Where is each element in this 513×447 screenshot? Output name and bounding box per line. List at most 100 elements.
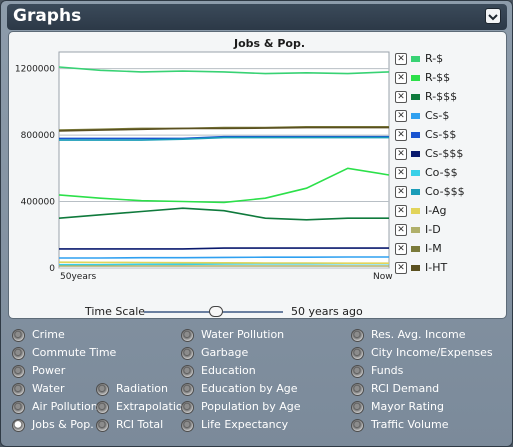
legend-label: R-$$$ <box>425 90 458 103</box>
radio-button[interactable] <box>12 365 25 378</box>
radio-button[interactable] <box>12 347 25 360</box>
x-axis-start-label: 50years <box>60 272 97 282</box>
graph-option-label: Radiation <box>116 382 168 395</box>
legend-item[interactable]: ✕ R-$$ <box>395 70 505 86</box>
graph-option-label: RCI Demand <box>371 382 440 395</box>
legend-label: I-Ag <box>425 204 447 217</box>
legend-swatch <box>411 227 420 233</box>
legend-item[interactable]: ✕ Cs-$ <box>395 108 505 124</box>
graph-area: Jobs & Pop. 0 400000 800000 1200000 50years… <box>8 31 507 319</box>
radio-button[interactable] <box>351 401 364 414</box>
graph-option-label: City Income/Expenses <box>371 346 493 359</box>
graph-option-label: Jobs & Pop. <box>32 418 94 431</box>
legend-item[interactable]: ✕ Cs-$$$ <box>395 146 505 162</box>
graph-option-label: Air Pollution <box>32 400 98 413</box>
radio-button[interactable] <box>351 365 364 378</box>
radio-button[interactable] <box>181 329 194 342</box>
radio-button[interactable] <box>351 347 364 360</box>
graph-type-options: Crime Commute Time Power Water Air Pollution… <box>8 322 507 441</box>
graph-option-label: Funds <box>371 364 404 377</box>
radio-button[interactable] <box>12 383 25 396</box>
legend-swatch <box>411 208 420 214</box>
y-tick-label: 0 <box>49 264 55 274</box>
graph-option-label: Population by Age <box>201 400 301 413</box>
radio-button[interactable] <box>96 401 109 414</box>
legend-toggle-checkbox[interactable]: ✕ <box>395 72 407 84</box>
legend-swatch <box>411 170 420 176</box>
legend-swatch <box>411 132 420 138</box>
legend-label: Co-$$$ <box>425 185 465 198</box>
graph-option-label: Water Pollution <box>201 328 285 341</box>
legend-label: Cs-$$ <box>425 128 457 141</box>
x-axis-end-label: Now <box>373 272 393 282</box>
legend-swatch <box>411 189 420 195</box>
legend-toggle-checkbox[interactable]: ✕ <box>395 167 407 179</box>
legend-swatch <box>411 94 420 100</box>
legend-swatch <box>411 75 420 81</box>
radio-button[interactable] <box>181 365 194 378</box>
legend-swatch <box>411 56 420 62</box>
legend-label: R-$ <box>425 52 444 65</box>
legend-label: I-D <box>425 223 441 236</box>
radio-button[interactable] <box>351 419 364 432</box>
legend-label: I-HT <box>425 261 448 274</box>
graph-option-label: Life Expectancy <box>201 418 289 431</box>
graph-option-label: Extrapolation <box>116 400 190 413</box>
radio-button[interactable] <box>12 329 25 342</box>
graph-option-label: Water <box>32 382 65 395</box>
legend-toggle-checkbox[interactable]: ✕ <box>395 91 407 103</box>
radio-button[interactable] <box>181 401 194 414</box>
legend-toggle-checkbox[interactable]: ✕ <box>395 110 407 122</box>
graph-option-label: Mayor Rating <box>371 400 444 413</box>
radio-button[interactable] <box>181 383 194 396</box>
legend-item[interactable]: ✕ I-HT <box>395 260 505 276</box>
legend-toggle-checkbox[interactable]: ✕ <box>395 53 407 65</box>
graph-option-label: Res. Avg. Income <box>371 328 466 341</box>
time-scale-value: 50 years ago <box>291 305 363 318</box>
legend-item[interactable]: ✕ I-D <box>395 222 505 238</box>
y-tick-label: 1200000 <box>15 65 55 75</box>
radio-button[interactable] <box>96 419 109 432</box>
legend-toggle-checkbox[interactable]: ✕ <box>395 262 407 274</box>
graph-option-label: Education by Age <box>201 382 298 395</box>
radio-button[interactable] <box>351 329 364 342</box>
legend-item[interactable]: ✕ Cs-$$ <box>395 127 505 143</box>
legend-swatch <box>411 113 420 119</box>
legend-item[interactable]: ✕ Co-$$ <box>395 165 505 181</box>
radio-button[interactable] <box>181 347 194 360</box>
legend-label: Co-$$ <box>425 166 458 179</box>
legend-toggle-checkbox[interactable]: ✕ <box>395 148 407 160</box>
legend-toggle-checkbox[interactable]: ✕ <box>395 205 407 217</box>
window-titlebar[interactable]: Graphs <box>7 4 507 30</box>
radio-button[interactable] <box>12 401 25 414</box>
legend-item[interactable]: ✕ R-$$$ <box>395 89 505 105</box>
graph-option-label: Power <box>32 364 66 377</box>
radio-button[interactable] <box>96 383 109 396</box>
collapse-button[interactable] <box>485 8 501 24</box>
graph-option-label: Crime <box>32 328 65 341</box>
time-scale-control: Time Scale 50 years ago <box>85 304 385 320</box>
series-line-cs-sss <box>59 247 389 250</box>
legend-label: Cs-$$$ <box>425 147 464 160</box>
time-scale-slider-handle[interactable] <box>209 306 224 317</box>
legend-toggle-checkbox[interactable]: ✕ <box>395 243 407 255</box>
graph-option-label: RCI Total <box>116 418 164 431</box>
graph-option-label: Garbage <box>201 346 249 359</box>
chevron-down-icon <box>488 14 498 21</box>
legend-item[interactable]: ✕ R-$ <box>395 51 505 67</box>
radio-button[interactable] <box>12 419 25 432</box>
legend-item[interactable]: ✕ I-M <box>395 241 505 257</box>
legend-label: Cs-$ <box>425 109 450 122</box>
legend-item[interactable]: ✕ Co-$$$ <box>395 184 505 200</box>
legend-toggle-checkbox[interactable]: ✕ <box>395 224 407 236</box>
radio-button[interactable] <box>181 419 194 432</box>
legend-label: R-$$ <box>425 71 451 84</box>
legend-swatch <box>411 246 420 252</box>
window-title: Graphs <box>13 6 82 26</box>
legend-toggle-checkbox[interactable]: ✕ <box>395 186 407 198</box>
y-tick-label: 800000 <box>21 131 56 141</box>
radio-button[interactable] <box>351 383 364 396</box>
graph-option-label: Education <box>201 364 256 377</box>
legend-toggle-checkbox[interactable]: ✕ <box>395 129 407 141</box>
legend-item[interactable]: ✕ I-Ag <box>395 203 505 219</box>
